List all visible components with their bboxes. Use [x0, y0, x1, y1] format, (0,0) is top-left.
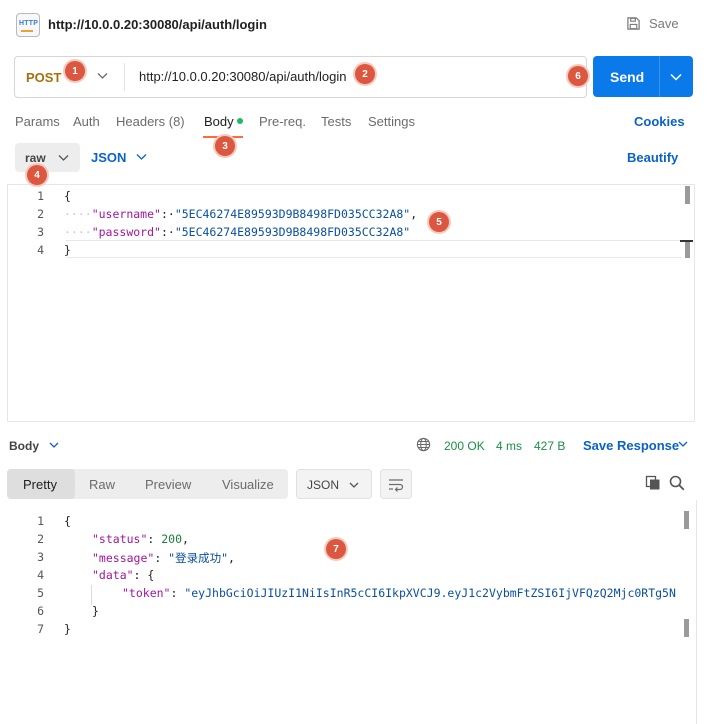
code-line: { — [64, 189, 71, 203]
tab-body[interactable]: Body — [204, 114, 234, 129]
chevron-down-icon — [349, 482, 359, 488]
response-size[interactable]: 427 B — [534, 439, 565, 453]
line-number: 6 — [37, 604, 44, 618]
http-request-icon: HTTP — [16, 13, 40, 37]
code-line: } — [64, 622, 71, 636]
scrollbar-thumb[interactable] — [684, 511, 689, 529]
response-time[interactable]: 4 ms — [496, 439, 522, 453]
code-line: } — [92, 604, 99, 618]
json-value: "eyJhbGciOiJIUzI1NiIsInR5cCI6IkpXVCJ9.ey… — [184, 586, 676, 600]
annotation-marker-4: 4 — [27, 165, 47, 185]
send-divider — [659, 56, 660, 97]
annotation-marker-6: 6 — [568, 66, 588, 86]
search-icon[interactable] — [669, 475, 685, 491]
body-mode-select[interactable]: raw — [15, 143, 80, 172]
response-body-select[interactable]: Body — [9, 439, 39, 453]
send-label: Send — [610, 69, 645, 85]
beautify-button[interactable]: Beautify — [627, 150, 678, 165]
json-key: "status" — [92, 532, 148, 546]
line-number: 4 — [37, 568, 44, 582]
wrap-lines-button[interactable] — [380, 469, 412, 499]
panel-divider — [696, 500, 697, 724]
line-number: 2 — [37, 207, 44, 221]
line-number: 5 — [37, 586, 44, 600]
annotation-marker-2: 2 — [355, 64, 375, 84]
response-format-select[interactable]: JSON — [296, 469, 372, 499]
request-title[interactable]: http://10.0.0.20:30080/api/auth/login — [48, 17, 267, 32]
send-button[interactable]: Send — [593, 56, 693, 97]
tab-settings[interactable]: Settings — [368, 114, 415, 129]
chevron-down-icon[interactable] — [136, 153, 147, 161]
annotation-marker-5: 5 — [429, 212, 449, 232]
scrollbar-thumb[interactable] — [685, 186, 690, 204]
code-line: { — [64, 514, 71, 528]
save-button[interactable]: Save — [626, 16, 679, 31]
json-value: "5EC46274E89593D9B8498FD035CC32A8" — [174, 207, 411, 221]
annotation-marker-1: 1 — [65, 61, 85, 81]
save-response-button[interactable]: Save Response — [583, 438, 679, 453]
cookies-link[interactable]: Cookies — [634, 114, 685, 129]
wrap-lines-icon — [389, 479, 404, 492]
save-icon — [627, 17, 640, 30]
send-options-chevron-icon[interactable] — [670, 73, 682, 81]
line-number: 7 — [37, 622, 44, 636]
method-select[interactable]: POST — [26, 70, 61, 85]
json-key: "token" — [122, 586, 171, 600]
view-tab-preview[interactable]: Preview — [145, 477, 191, 492]
body-mode-label: raw — [25, 151, 46, 165]
response-status[interactable]: 200 OK — [444, 439, 485, 453]
active-line-highlight — [66, 240, 681, 258]
save-label: Save — [649, 16, 679, 31]
url-input[interactable]: http://10.0.0.20:30080/api/auth/login — [139, 69, 346, 84]
tab-headers[interactable]: Headers (8) — [116, 114, 185, 129]
tab-auth[interactable]: Auth — [73, 114, 100, 129]
code-line: "token": "eyJhbGciOiJIUzI1NiIsInR5cCI6Ik… — [122, 586, 676, 600]
scrollbar-thumb[interactable] — [684, 619, 689, 637]
body-format-select[interactable]: JSON — [91, 150, 126, 165]
line-number: 4 — [37, 243, 44, 257]
code-line: ····"password":·"5EC46274E89593D9B8498FD… — [64, 225, 411, 239]
line-number: 2 — [37, 532, 44, 546]
http-icon-label: HTTP — [19, 20, 39, 27]
indent-guide — [91, 585, 92, 605]
code-line: "message": "登录成功", — [92, 551, 235, 565]
line-number: 3 — [37, 225, 44, 239]
view-tab-raw[interactable]: Raw — [89, 477, 115, 492]
chevron-down-icon[interactable] — [97, 72, 108, 80]
json-key: "username" — [91, 207, 161, 221]
tab-pre-request[interactable]: Pre-req. — [259, 114, 306, 129]
code-line: ····"username":·"5EC46274E89593D9B8498FD… — [64, 207, 418, 221]
json-value: 200 — [161, 532, 183, 546]
body-modified-dot — [237, 118, 243, 124]
response-view-tabs: Pretty Raw Preview Visualize — [7, 469, 288, 499]
scrollbar-thumb[interactable] — [685, 240, 690, 258]
line-number: 3 — [37, 550, 44, 564]
code-line: "data": { — [92, 568, 155, 582]
json-value: "5EC46274E89593D9B8498FD035CC32A8" — [174, 225, 411, 239]
json-value: "登录成功" — [168, 551, 229, 565]
tab-params[interactable]: Params — [15, 114, 60, 129]
json-key: "data" — [92, 568, 134, 582]
line-number: 1 — [37, 189, 44, 203]
chevron-down-icon — [58, 155, 69, 161]
url-divider — [124, 63, 125, 91]
json-key: "message" — [92, 551, 155, 565]
code-line: } — [64, 243, 71, 257]
chevron-down-icon[interactable] — [678, 441, 688, 448]
chevron-down-icon[interactable] — [49, 442, 59, 449]
globe-icon[interactable] — [416, 437, 431, 452]
line-number: 1 — [37, 514, 44, 528]
copy-icon[interactable] — [645, 475, 661, 491]
overview-ruler-cursor — [680, 240, 693, 242]
view-tab-visualize[interactable]: Visualize — [222, 477, 274, 492]
annotation-marker-7: 7 — [326, 539, 346, 559]
json-key: "password" — [91, 225, 161, 239]
tab-tests[interactable]: Tests — [321, 114, 351, 129]
code-line: "status": 200, — [92, 532, 189, 546]
view-tab-pretty[interactable]: Pretty — [23, 477, 57, 492]
annotation-marker-3: 3 — [215, 136, 235, 156]
response-format-label: JSON — [307, 478, 340, 492]
